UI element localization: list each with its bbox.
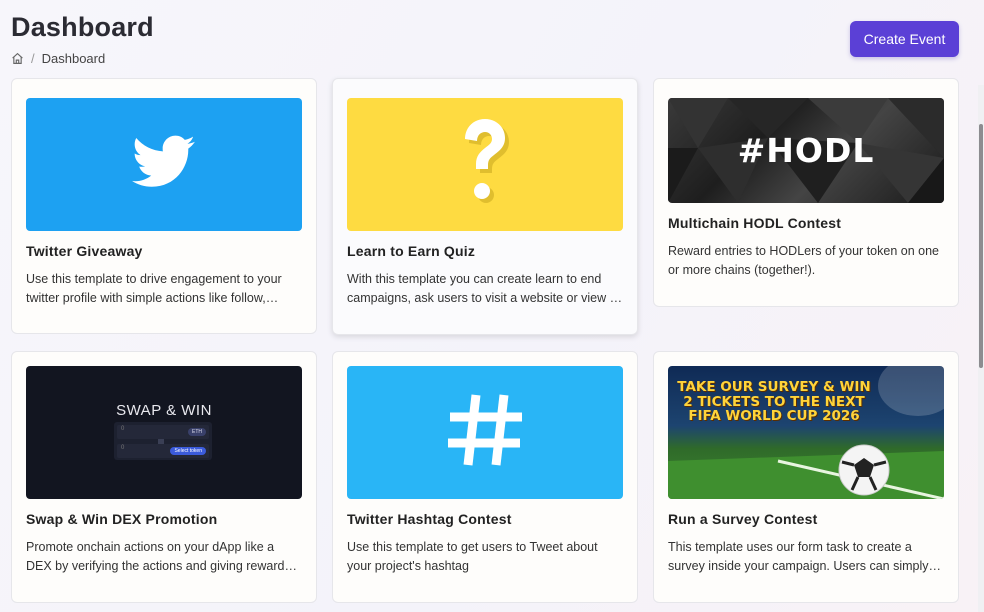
swap-input-row-top: 0 ETH (117, 425, 209, 439)
template-card-hodl-contest[interactable]: #HODL Multichain HODL Contest Reward ent… (653, 78, 959, 307)
card-title: Swap & Win DEX Promotion (26, 511, 218, 527)
swap-amount-top: 0 (121, 426, 125, 432)
breadcrumb: / Dashboard (11, 51, 154, 66)
scrollbar-thumb[interactable] (979, 124, 983, 368)
question-mark-icon (457, 117, 513, 212)
card-description: Use this template to drive engagement to… (26, 272, 282, 305)
card-image-hodl: #HODL (668, 98, 944, 203)
breadcrumb-separator: / (31, 51, 35, 66)
card-description: With this template you can create learn … (347, 272, 617, 305)
swap-amount-bottom: 0 (121, 445, 125, 451)
swap-select-token-pill: Select token (170, 447, 206, 455)
hodl-image-text: #HODL (737, 131, 875, 170)
home-icon[interactable] (11, 52, 24, 65)
page-title: Dashboard (11, 12, 154, 42)
card-title: Run a Survey Contest (668, 511, 818, 527)
card-image-quiz (347, 98, 623, 231)
card-title: Twitter Hashtag Contest (347, 511, 512, 527)
card-title: Multichain HODL Contest (668, 215, 842, 231)
breadcrumb-current: Dashboard (41, 51, 106, 66)
card-image-swap: SWAP & WIN 0 ETH 0 Select token (26, 366, 302, 499)
template-card-twitter-giveaway[interactable]: Twitter Giveaway Use this template to dr… (11, 78, 317, 334)
survey-image-text: TAKE OUR SURVEY & WIN 2 TICKETS TO THE N… (677, 379, 871, 424)
swap-token-pill: ETH (188, 428, 206, 436)
template-card-hashtag-contest[interactable]: Twitter Hashtag Contest Use this templat… (332, 351, 638, 603)
twitter-bird-icon (132, 135, 196, 194)
hashtag-icon (446, 391, 524, 474)
card-description: Reward entries to HODLers of your token … (668, 244, 939, 277)
card-image-survey: TAKE OUR SURVEY & WIN 2 TICKETS TO THE N… (668, 366, 944, 499)
swap-input-row-bottom: 0 Select token (117, 444, 209, 458)
swap-widget: 0 ETH 0 Select token (114, 422, 212, 460)
card-title: Twitter Giveaway (26, 243, 143, 259)
create-event-button[interactable]: Create Event (850, 21, 959, 57)
card-image-twitter (26, 98, 302, 231)
card-description: This template uses our form task to crea… (668, 540, 944, 573)
card-description: Promote onchain actions on your dApp lik… (26, 540, 291, 573)
template-card-learn-to-earn[interactable]: Learn to Earn Quiz With this template yo… (332, 78, 638, 335)
card-description: Use this template to get users to Tweet … (347, 540, 598, 573)
template-card-swap-win[interactable]: SWAP & WIN 0 ETH 0 Select token Swap & W… (11, 351, 317, 603)
swap-image-text: SWAP & WIN (116, 402, 212, 419)
card-image-hashtag (347, 366, 623, 499)
page-header: Dashboard / Dashboard (11, 12, 154, 66)
card-title: Learn to Earn Quiz (347, 243, 476, 259)
template-card-survey-contest[interactable]: TAKE OUR SURVEY & WIN 2 TICKETS TO THE N… (653, 351, 959, 603)
